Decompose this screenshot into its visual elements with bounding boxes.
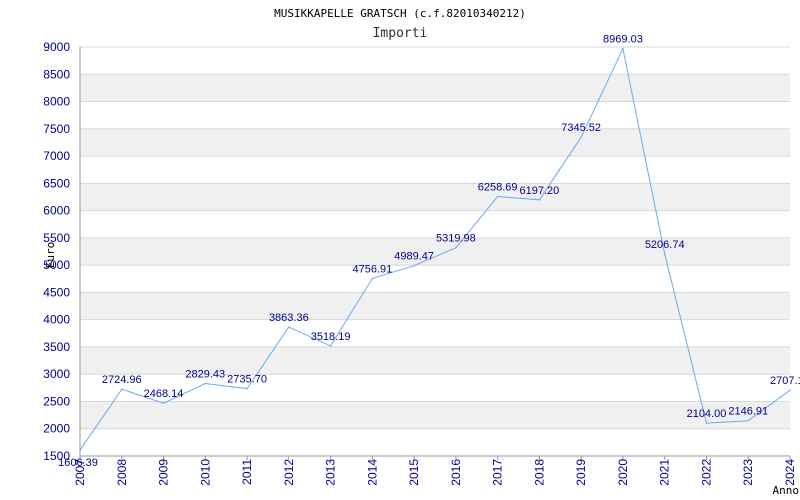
y-tick-label: 7000 xyxy=(43,149,70,163)
data-label: 2707.1 xyxy=(770,375,800,387)
data-point xyxy=(538,199,541,201)
y-tick-label: 9000 xyxy=(43,40,70,54)
grid-band xyxy=(80,401,790,429)
x-tick-label: 2020 xyxy=(616,459,630,486)
x-tick-label: 2014 xyxy=(365,459,379,486)
data-point xyxy=(789,389,791,391)
chart-title: MUSIKKAPELLE GRATSCH (c.f.82010340212) xyxy=(274,7,526,20)
data-label: 4989.47 xyxy=(394,251,434,263)
grid-band xyxy=(80,183,790,211)
data-point xyxy=(204,382,207,385)
data-point xyxy=(747,419,750,422)
data-point xyxy=(580,136,582,139)
x-tick-label: 2009 xyxy=(157,459,171,486)
data-point xyxy=(246,387,248,390)
y-tick-label: 2000 xyxy=(43,422,70,436)
data-label: 2724.96 xyxy=(102,374,142,386)
data-point xyxy=(622,47,624,50)
grid-band xyxy=(80,292,790,320)
x-tick-label: 2018 xyxy=(532,459,546,486)
y-tick-label: 2500 xyxy=(43,394,70,408)
x-tick-labels: 2007 2008 2009 2010 2011 2012 2013 2014 2015 2016… xyxy=(73,456,797,486)
data-label: 6258.69 xyxy=(478,181,518,193)
y-tick-label: 3500 xyxy=(43,340,70,354)
data-label: 2829.43 xyxy=(185,369,225,381)
data-label: 7345.52 xyxy=(561,122,601,134)
x-tick-label: 2017 xyxy=(491,459,505,486)
data-point xyxy=(120,388,123,390)
y-tick-label: 7500 xyxy=(43,122,70,136)
y-tick-label: 4500 xyxy=(43,285,70,299)
data-label: 2146.91 xyxy=(728,406,768,418)
data-point xyxy=(705,422,708,424)
data-label: 2735.70 xyxy=(227,374,267,386)
y-tick-label: 8500 xyxy=(43,67,70,81)
data-label: 6197.20 xyxy=(520,185,560,197)
x-tick-label: 2010 xyxy=(198,459,212,486)
x-tick-label: 2012 xyxy=(282,459,296,486)
data-label: 2468.14 xyxy=(144,388,184,400)
x-tick-label: 2013 xyxy=(324,459,338,486)
data-point xyxy=(413,264,415,267)
x-tick-label: 2021 xyxy=(658,459,672,486)
data-point xyxy=(79,449,81,451)
x-tick-label: 2008 xyxy=(115,459,129,486)
x-axis-label: Anno xyxy=(773,484,800,497)
data-point xyxy=(496,195,499,198)
y-tick-label: 6000 xyxy=(43,204,70,218)
data-label: 5206.74 xyxy=(645,239,685,251)
data-label: 3518.19 xyxy=(311,331,351,343)
data-point xyxy=(371,277,374,280)
data-point xyxy=(288,326,290,328)
x-tick-label: 2024 xyxy=(783,459,797,486)
y-tick-label: 6500 xyxy=(43,176,70,190)
y-tick-label: 3000 xyxy=(43,367,70,381)
x-tick-label: 2022 xyxy=(699,459,713,486)
y-tick-label: 8000 xyxy=(43,95,70,109)
data-label: 8969.03 xyxy=(603,34,643,46)
x-tick-label: 2011 xyxy=(240,459,254,485)
data-point xyxy=(162,402,165,405)
chart-subtitle: Importi xyxy=(373,26,428,41)
x-tick-label: 2015 xyxy=(407,459,421,486)
y-axis-label: Euro xyxy=(44,242,57,269)
data-point xyxy=(329,345,332,347)
data-label: 5319.98 xyxy=(436,233,476,245)
data-label: 2104.00 xyxy=(687,408,727,420)
x-tick-label: 2023 xyxy=(741,459,755,486)
line-chart: 1500200025003000350040004500500055006000… xyxy=(43,7,800,497)
y-tick-label: 4000 xyxy=(43,313,70,327)
grid-band xyxy=(80,74,790,102)
data-point xyxy=(455,246,457,249)
data-label: 4756.91 xyxy=(352,263,392,275)
data-point xyxy=(663,253,666,255)
data-label: 3863.36 xyxy=(269,312,309,324)
grid-band xyxy=(80,128,790,157)
x-tick-label: 2016 xyxy=(449,459,463,486)
data-label: 1606.39 xyxy=(58,457,98,469)
x-tick-label: 2019 xyxy=(574,459,588,486)
